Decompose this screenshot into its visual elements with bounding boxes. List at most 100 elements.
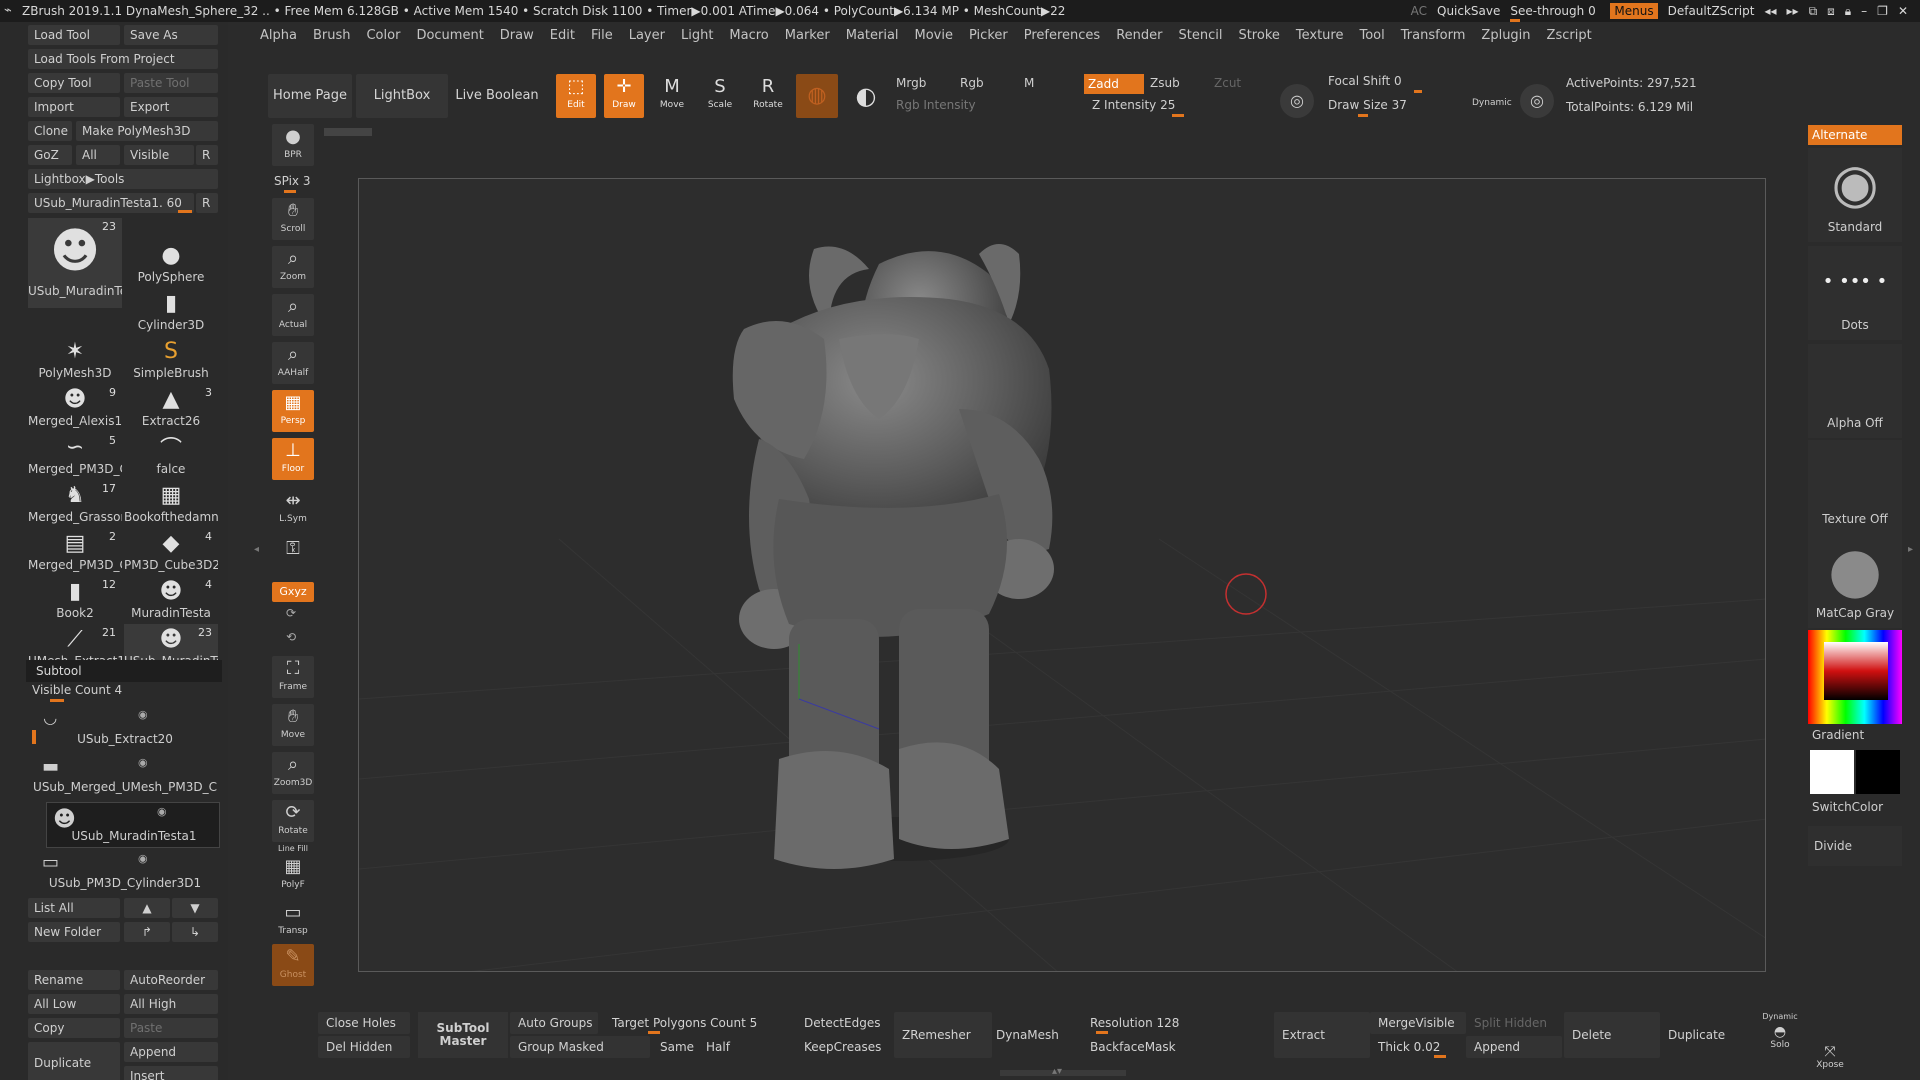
move-mode-button[interactable]: M Move [652,74,692,118]
subtool-visibility-icon[interactable]: ◉ [138,708,148,721]
menu-file[interactable]: File [591,28,613,43]
scroll-indicator[interactable] [324,128,372,136]
backface-mask-button[interactable]: BackfaceMask [1082,1036,1266,1058]
menu-macro[interactable]: Macro [729,28,768,43]
menu-brush[interactable]: Brush [313,28,351,43]
clone-button[interactable]: Clone [28,121,72,141]
close-holes-button[interactable]: Close Holes [318,1012,410,1034]
lock-icon[interactable]: 🔒︎ [1845,4,1851,19]
copy-tool-button[interactable]: Copy Tool [28,73,120,93]
move-up-icon[interactable]: ▲ [124,898,170,918]
ghost-button[interactable]: ✎ Ghost [272,944,314,986]
del-hidden-button[interactable]: Del Hidden [318,1036,410,1058]
restore-icon[interactable]: ❐ [1877,4,1888,18]
alternate-button[interactable]: Alternate [1808,125,1902,145]
tool-thumb-simplebrush[interactable]: S SimpleBrush [124,336,218,382]
subtool-item-selected[interactable]: ☻ ◉ USub_MuradinTesta1 [46,802,220,848]
import-button[interactable]: Import [28,97,120,117]
arrows-left-icon[interactable]: ◂◂ [1764,4,1776,18]
material-selector[interactable]: ● MatCap Gray [1808,534,1902,628]
left-shelf-toggle-icon[interactable]: ◂ [254,544,259,555]
menu-movie[interactable]: Movie [915,28,953,43]
all-high-button[interactable]: All High [124,994,218,1014]
bottom-shelf-toggle[interactable] [1000,1070,1126,1076]
material-sphere-icon[interactable]: ◍ [796,74,838,118]
goz-r-button[interactable]: R [196,145,218,165]
menu-draw[interactable]: Draw [500,28,534,43]
group-masked-button[interactable]: Group Masked [510,1036,650,1058]
canvas-viewport[interactable] [358,178,1766,972]
lazymouse-icon[interactable]: ◎ [1280,84,1314,118]
folder-down-icon[interactable]: ↳ [172,922,218,942]
resolution-slider[interactable]: Resolution 128 [1082,1012,1266,1034]
copy-button[interactable]: Copy [28,1018,120,1038]
list-all-button[interactable]: List All [28,898,120,918]
menu-alpha[interactable]: Alpha [260,28,297,43]
rotate-y-icon[interactable]: ⟳ [286,606,296,620]
zsub-button[interactable]: Zsub [1150,76,1180,90]
folder-up-icon[interactable]: ↱ [124,922,170,942]
divide-button[interactable]: Divide [1808,826,1902,866]
tool-thumb-polymesh3d[interactable]: ✶ PolyMesh3D [28,336,122,382]
current-tool-slider[interactable]: USub_MuradinTesta1. 60 [28,193,194,213]
menu-zplugin[interactable]: Zplugin [1481,28,1530,43]
rotate-mode-button[interactable]: R Rotate [748,74,788,118]
transp-button[interactable]: ▭ Transp [272,900,314,942]
live-boolean-button[interactable]: Live Boolean [452,74,542,118]
edit-mode-button[interactable]: ⬚ Edit [556,74,596,118]
tool-thumb-extract26[interactable]: 3 ▲ Extract26 [124,384,218,430]
zbrush-logo-icon[interactable]: ⌁ [4,3,12,18]
tool-thumb-polysphere[interactable]: ● PolySphere [124,240,218,286]
new-folder-button[interactable]: New Folder [28,922,120,942]
floor-button[interactable]: ⊥ Floor [272,438,314,480]
tool-thumb-merged-grassor[interactable]: 17 ♞ Merged_Grassor [28,480,122,526]
keep-creases-button[interactable]: KeepCreases [796,1036,888,1058]
alpha-selector[interactable]: Alpha Off [1808,344,1902,438]
actual-button[interactable]: ⌕ Actual [272,294,314,336]
local-symmetry-button[interactable]: ⇹ L.Sym [272,488,314,530]
rotate-view-button[interactable]: ⟳ Rotate [272,800,314,842]
save-as-button[interactable]: Save As [124,25,218,45]
paste-tool-button[interactable]: Paste Tool [124,73,218,93]
color-square[interactable] [1824,642,1888,700]
z-intensity-slider[interactable]: Z Intensity 25 [1092,98,1268,112]
menu-transform[interactable]: Transform [1401,28,1466,43]
bpr-button[interactable]: ● BPR [272,124,314,166]
subtool-item[interactable]: ▭ ◉ USub_PM3D_Cylinder3D1 [28,850,222,896]
rotate-z-icon[interactable]: ⟲ [286,630,296,644]
menu-material[interactable]: Material [846,28,899,43]
menu-zscript[interactable]: Zscript [1547,28,1592,43]
export-button[interactable]: Export [124,97,218,117]
m-button[interactable]: M [1024,76,1034,90]
close-icon[interactable]: ✕ [1898,4,1908,18]
tool-thumb-bookofthedamned[interactable]: ▦ Bookofthedamne [124,480,218,526]
visible-count-slider[interactable]: Visible Count 4 [32,683,122,697]
tool-thumb-muradintesta[interactable]: 4 ☻ MuradinTesta [124,576,218,622]
subtool-item[interactable]: ▬ ◉ USub_Merged_UMesh_PM3D_C [28,754,222,800]
zcut-button[interactable]: Zcut [1214,76,1241,90]
append-bottom-button[interactable]: Append [1466,1036,1562,1058]
persp-button[interactable]: ▦ Persp [272,390,314,432]
menu-preferences[interactable]: Preferences [1024,28,1100,43]
tool-thumb-merged-pm3d-2[interactable]: 2 ▤ Merged_PM3D_C [28,528,122,574]
subtool-item[interactable]: ◟◞ ◉ USub_Extract20 [28,706,222,752]
gradient-label[interactable]: Gradient [1812,728,1864,742]
texture-selector[interactable]: Texture Off [1808,440,1902,534]
lock-camera-button[interactable]: ⚿ [272,536,314,578]
color-picker-icon[interactable]: ◐ [846,74,886,118]
lightbox-button[interactable]: LightBox [356,74,448,118]
load-tool-button[interactable]: Load Tool [28,25,120,45]
all-low-button[interactable]: All Low [28,994,120,1014]
zoom-button[interactable]: ⌕ Zoom [272,246,314,288]
zadd-button[interactable]: Zadd [1084,74,1144,94]
menu-layer[interactable]: Layer [629,28,665,43]
move-down-icon[interactable]: ▼ [172,898,218,918]
current-tool-r-button[interactable]: R [196,193,218,213]
make-polymesh-button[interactable]: Make PolyMesh3D [76,121,218,141]
seethrough-slider[interactable]: See-through 0 [1510,4,1600,22]
tool-thumb-merged-alexis[interactable]: 9 ☻ Merged_Alexis1 [28,384,122,430]
lightbox-tools-button[interactable]: Lightbox▶Tools [28,169,218,189]
duplicate-button[interactable]: Duplicate [28,1042,120,1080]
extract-button[interactable]: Extract [1274,1012,1370,1058]
move-view-button[interactable]: ✋︎ Move [272,704,314,746]
